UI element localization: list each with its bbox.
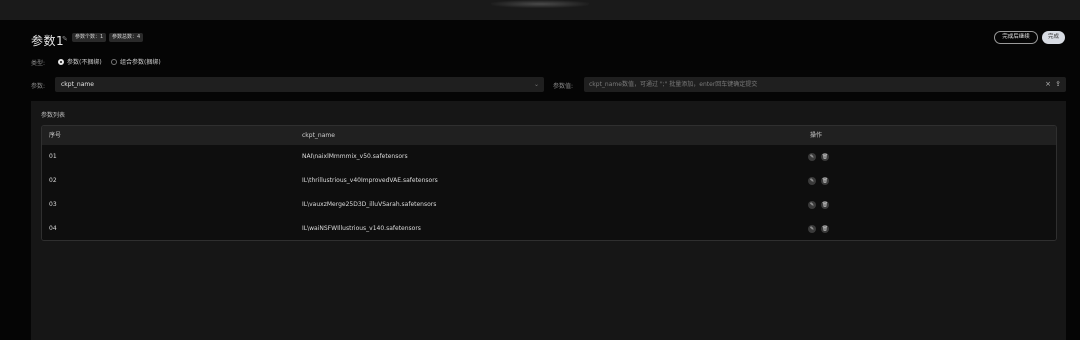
table-header: 序号 ckpt_name 操作 <box>42 126 1056 146</box>
column-name: ckpt_name <box>302 132 335 139</box>
value-input[interactable]: ckpt_name数值，可通过 ";" 批量添加，enter回车键确定提交 × … <box>584 77 1066 92</box>
column-actions: 操作 <box>810 132 823 139</box>
done-button[interactable]: 完成 <box>1042 31 1065 44</box>
param-count-badge: 参数个数：1 <box>72 33 107 42</box>
type-label: 类型: <box>31 60 46 67</box>
param-select-value: ckpt_name <box>61 81 94 88</box>
value-input-placeholder: ckpt_name数值，可通过 ";" 批量添加，enter回车键确定提交 <box>589 81 758 88</box>
delete-icon[interactable]: 🗑 <box>821 201 829 209</box>
edit-icon[interactable]: ✎ <box>808 201 816 209</box>
param-label: 参数: <box>31 83 46 90</box>
table-row: 01 NAI\naixlMmmmix_v50.safetensors ✎ 🗑 <box>42 145 1056 170</box>
delete-icon[interactable]: 🗑 <box>821 225 829 233</box>
chevron-down-icon: ⌄ <box>533 81 539 88</box>
column-index: 序号 <box>49 132 62 139</box>
radio-bound-label: 组合参数(捆绑) <box>120 59 161 66</box>
edit-icon[interactable]: ✎ <box>808 177 816 185</box>
param-select[interactable]: ckpt_name ⌄ <box>55 77 544 92</box>
radio-bound[interactable]: 组合参数(捆绑) <box>111 57 161 66</box>
radio-unbound[interactable]: 参数(不捆绑) <box>58 57 102 66</box>
row-index: 04 <box>49 225 57 232</box>
pencil-icon[interactable]: ✎ <box>62 35 68 43</box>
radio-selected-icon <box>58 58 64 65</box>
radio-unbound-label: 参数(不捆绑) <box>67 59 102 66</box>
param-total-badge: 参数总数：4 <box>109 33 144 42</box>
top-bar-glow <box>490 0 590 8</box>
delete-icon[interactable]: 🗑 <box>821 177 829 185</box>
row-index: 01 <box>49 153 57 160</box>
table-row: 03 IL\vauxzMerge25D3D_illuVSarah.safeten… <box>42 193 1056 218</box>
param-list-title: 参数列表 <box>41 112 66 119</box>
radio-unselected-icon <box>111 58 117 65</box>
param-list-panel: 参数列表 序号 ckpt_name 操作 01 NAI\naixlMmmmix_… <box>31 101 1066 340</box>
edit-icon[interactable]: ✎ <box>808 225 816 233</box>
table-row: 02 IL\thrillustrious_v40ImprovedVAE.safe… <box>42 169 1056 194</box>
row-name: NAI\naixlMmmmix_v50.safetensors <box>302 153 408 160</box>
table-row: 04 IL\waiNSFWIllustrious_v140.safetensor… <box>42 217 1056 240</box>
upload-icon[interactable]: ⇪ <box>1055 77 1061 92</box>
row-name: IL\thrillustrious_v40ImprovedVAE.safeten… <box>302 177 438 184</box>
param-table: 序号 ckpt_name 操作 01 NAI\naixlMmmmix_v50.s… <box>41 125 1057 241</box>
page-title: 参数1 <box>31 34 65 48</box>
row-name: IL\vauxzMerge25D3D_illuVSarah.safetensor… <box>302 201 437 208</box>
top-bar <box>0 0 1080 20</box>
value-label: 参数值: <box>553 83 574 90</box>
row-index: 03 <box>49 201 57 208</box>
edit-icon[interactable]: ✎ <box>808 153 816 161</box>
delete-icon[interactable]: 🗑 <box>821 153 829 161</box>
save-continue-button[interactable]: 完成后继续 <box>994 31 1038 44</box>
row-index: 02 <box>49 177 57 184</box>
close-icon[interactable]: × <box>1045 77 1051 92</box>
page: 参数1 ✎ 参数个数：1 参数总数：4 完成后继续 完成 类型: 参数(不捆绑)… <box>0 20 1080 340</box>
row-name: IL\waiNSFWIllustrious_v140.safetensors <box>302 225 421 232</box>
